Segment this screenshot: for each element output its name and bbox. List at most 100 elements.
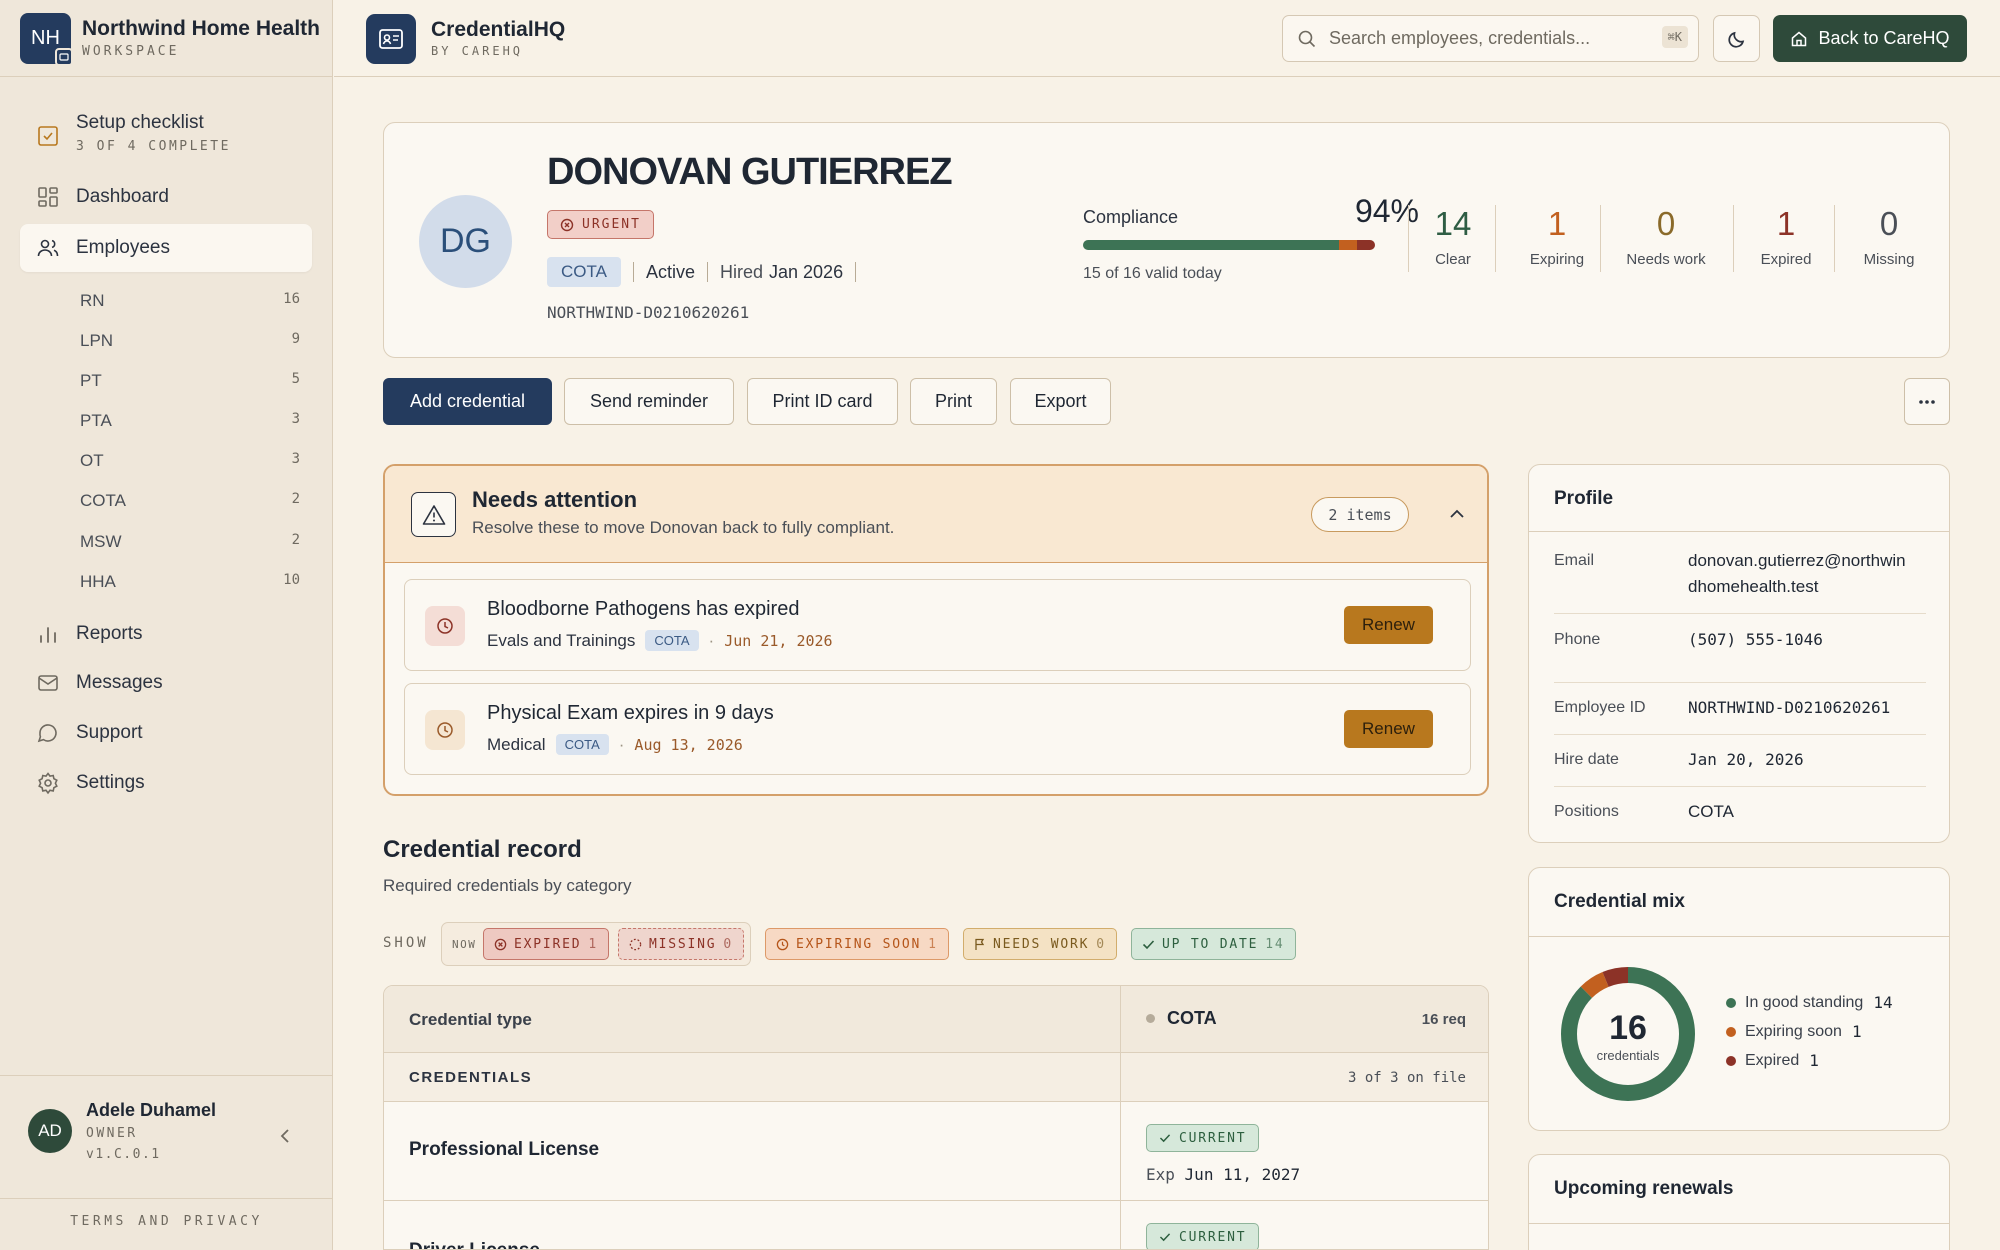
keyboard-shortcut: ⌘K [1661, 26, 1688, 48]
nav-support[interactable]: Support [20, 709, 312, 757]
nav-messages[interactable]: Messages [20, 659, 312, 707]
status-badge: CURRENT [1146, 1124, 1260, 1152]
field-label: Employee ID [1554, 699, 1646, 716]
position-label: HHA [80, 572, 116, 591]
divider [1408, 205, 1409, 272]
clock-icon [776, 938, 789, 950]
legend-value: 14 [1873, 993, 1893, 1012]
field-value[interactable]: donovan.gutierrez@northwin dhomehealth.te… [1688, 548, 1906, 600]
terms-link[interactable]: TERMS AND PRIVACY [0, 1214, 333, 1229]
profile-field-email: Email donovan.gutierrez@northwin dhomehea… [1554, 551, 1926, 614]
field-label: Hire date [1554, 751, 1619, 768]
urgency-badge: URGENT [547, 210, 654, 239]
profile-title: Profile [1554, 488, 1614, 509]
stat-value: 0 [1879, 205, 1899, 242]
field-label: Email [1554, 552, 1595, 569]
position-count: 5 [291, 371, 300, 387]
status-label: CURRENT [1179, 1130, 1247, 1146]
employee-name: DONOVAN GUTIERREZ [547, 151, 953, 193]
search-input[interactable]: Search employees, credentials... ⌘K [1282, 15, 1699, 62]
bar-chart-icon [40, 627, 56, 643]
compliance-summary: 15 of 16 valid today [1083, 265, 1222, 282]
position-label: COTA [1167, 1008, 1217, 1028]
renew-button[interactable]: Renew [1344, 606, 1433, 644]
nav-employees[interactable]: Employees [20, 224, 312, 272]
setup-checklist[interactable]: Setup checklist 3 OF 4 COMPLETE [36, 112, 231, 154]
credential-name: Driver License [409, 1240, 540, 1249]
table-row[interactable]: Professional License CURRENT Exp Jun 11,… [384, 1103, 1488, 1201]
legend-dot [1726, 1055, 1736, 1066]
chevron-up-icon[interactable] [1447, 504, 1467, 524]
position-filter-rn[interactable]: RN 16 [80, 291, 300, 311]
current-user[interactable]: AD Adele Duhamel OWNER v1.C.0.1 [28, 1100, 318, 1162]
export-button[interactable]: Export [1010, 378, 1111, 425]
divider [1495, 205, 1496, 272]
employee-header-card: DG DONOVAN GUTIERREZ URGENT COTA Active … [383, 122, 1950, 358]
divider [0, 1198, 333, 1199]
position-filter-msw[interactable]: MSW 2 [80, 532, 300, 552]
table-row[interactable]: Driver License CURRENT [384, 1202, 1488, 1249]
donut-total-label: credentials [1597, 1048, 1660, 1063]
needs-attention-header[interactable]: Needs attention Resolve these to move Do… [385, 466, 1487, 563]
position-count: 9 [291, 331, 300, 347]
workspace-name: Northwind Home Health [82, 17, 321, 40]
stat-label: Needs work [1626, 251, 1706, 268]
users-icon [37, 239, 59, 257]
print-button[interactable]: Print [910, 378, 997, 425]
filter-expiring-soon[interactable]: EXPIRING SOON 1 [765, 928, 949, 960]
alert-circle-icon [560, 218, 574, 231]
stat-label: Missing [1863, 251, 1915, 268]
position-filter-hha[interactable]: HHA 10 [80, 572, 300, 592]
mail-icon [38, 675, 58, 691]
filter-missing[interactable]: MISSING 0 [618, 928, 745, 960]
position-filter-cota[interactable]: COTA 2 [80, 491, 300, 511]
legend-label: In good standing [1745, 993, 1864, 1011]
renew-button[interactable]: Renew [1344, 710, 1433, 748]
avatar: AD [28, 1109, 72, 1153]
divider [1834, 205, 1835, 272]
employment-status: Active [645, 261, 695, 282]
theme-toggle-button[interactable] [1713, 15, 1760, 62]
print-id-card-button[interactable]: Print ID card [747, 378, 898, 425]
back-to-carehq-button[interactable]: Back to CareHQ [1773, 15, 1967, 62]
send-reminder-button[interactable]: Send reminder [564, 378, 734, 425]
add-credential-button[interactable]: Add credential [383, 378, 552, 425]
collapse-sidebar-icon[interactable] [276, 1126, 296, 1146]
id-card-icon [379, 29, 403, 49]
filter-label: UP TO DATE [1162, 936, 1259, 952]
badge-label: URGENT [582, 217, 641, 232]
credential-record-title: Credential record [383, 836, 582, 863]
field-value: COTA [1688, 802, 1734, 821]
divider [1733, 205, 1734, 272]
more-actions-button[interactable] [1904, 378, 1950, 425]
position-count: 10 [283, 572, 300, 588]
divider [1529, 1223, 1949, 1224]
filter-needs-work[interactable]: NEEDS WORK 0 [963, 928, 1117, 960]
attention-item-date: Aug 13, 2026 [634, 735, 743, 754]
filter-up-to-date[interactable]: UP TO DATE 14 [1131, 928, 1296, 960]
group-header[interactable]: CREDENTIALS 3 of 3 on file [384, 1053, 1488, 1102]
user-role: OWNER [86, 1126, 138, 1141]
field-value: (507) 555-1046 [1688, 630, 1823, 649]
credential-mix-panel: Credential mix 16 credentials In good st… [1528, 867, 1950, 1131]
compliance-percent: 94% [1354, 193, 1419, 229]
compliance-progress-bar [1083, 240, 1375, 250]
needs-attention-title: Needs attention [472, 487, 638, 512]
column-header-position: COTA [1146, 1008, 1217, 1029]
filter-expired[interactable]: EXPIRED 1 [483, 928, 610, 960]
position-filter-pt[interactable]: PT 5 [80, 371, 300, 391]
nav-dashboard[interactable]: Dashboard [20, 173, 312, 221]
legend-label: Expiring soon [1745, 1022, 1842, 1040]
status-badge: CURRENT [1146, 1223, 1260, 1249]
position-filter-ot[interactable]: OT 3 [80, 451, 300, 471]
button-label: Back to CareHQ [1818, 28, 1950, 48]
position-filter-pta[interactable]: PTA 3 [80, 411, 300, 431]
dashboard-icon [38, 187, 58, 207]
workspace-switcher[interactable]: NH Northwind Home Health WORKSPACE [20, 8, 320, 68]
position-label: COTA [80, 491, 126, 510]
nav-label: Settings [76, 772, 145, 793]
compliance-bar-valid [1083, 240, 1339, 250]
nav-reports[interactable]: Reports [20, 610, 312, 658]
nav-settings[interactable]: Settings [20, 759, 312, 807]
position-filter-lpn[interactable]: LPN 9 [80, 331, 300, 351]
